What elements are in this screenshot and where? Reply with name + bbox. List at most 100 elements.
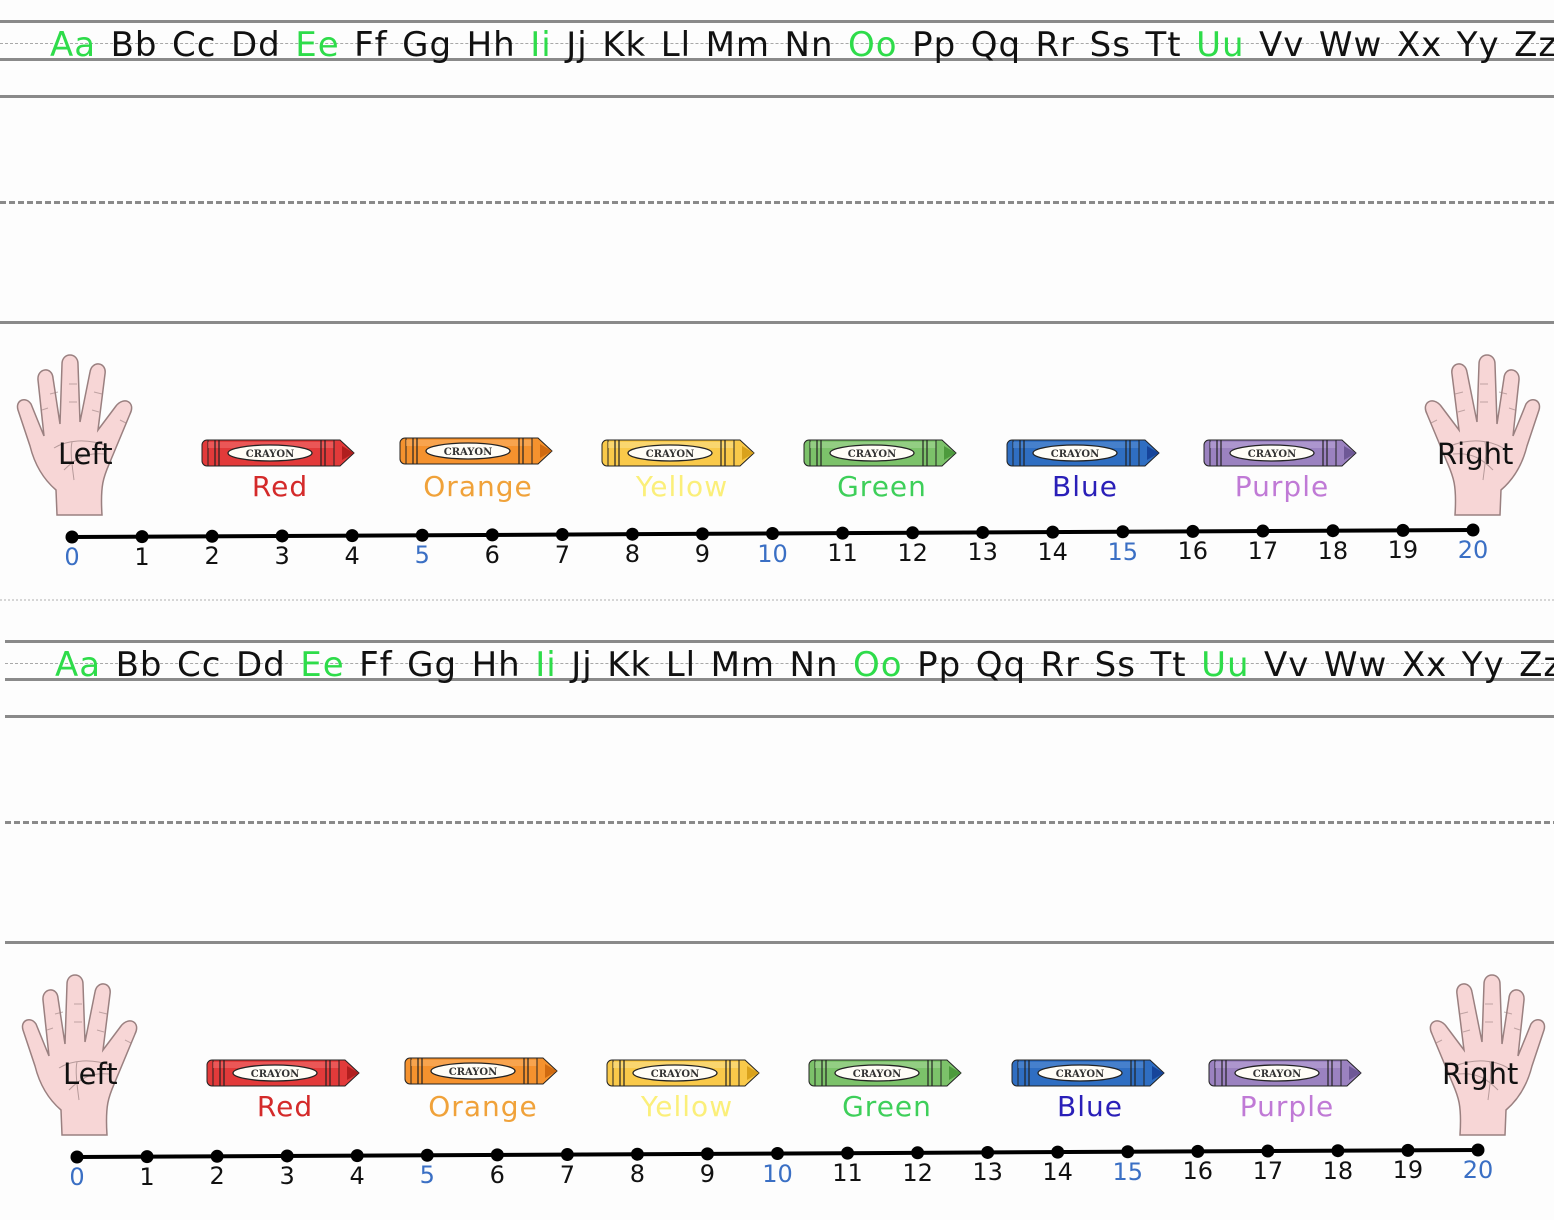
alphabet-letter-t: Tt (1145, 25, 1182, 65)
writing-midline-dashed (0, 201, 1554, 204)
number-line-tick-15 (1121, 1145, 1135, 1159)
alphabet-letter-w: Ww (1318, 25, 1383, 65)
number-label-20: 20 (1462, 1156, 1494, 1184)
number-line-tick-14 (1051, 1145, 1065, 1159)
svg-text:CRAYON: CRAYON (1253, 1069, 1302, 1080)
color-label-green: Green (842, 1090, 932, 1123)
number-line-tick-12 (906, 526, 920, 540)
number-line-tick-13 (981, 1145, 995, 1159)
number-line-tick-17 (1261, 1144, 1275, 1158)
number-line (70, 1143, 1485, 1164)
color-label-yellow: Yellow (640, 1090, 734, 1123)
alphabet-letter-n: Nn (784, 25, 834, 65)
svg-text:CRAYON: CRAYON (449, 1067, 498, 1078)
number-line-tick-2 (210, 1149, 224, 1163)
svg-text:CRAYON: CRAYON (1056, 1069, 1105, 1080)
number-label-12: 12 (902, 1158, 933, 1187)
right-hand-icon (1405, 350, 1545, 520)
left-hand-icon (12, 350, 152, 520)
number-line-tick-10 (766, 527, 779, 540)
alphabet-letter-h: Hh (466, 25, 516, 65)
number-line-tick-16 (1186, 524, 1200, 538)
number-label-5: 5 (414, 541, 430, 570)
number-label-3: 3 (274, 541, 290, 570)
number-label-13: 13 (972, 1158, 1003, 1187)
number-label-11: 11 (832, 1159, 863, 1188)
alphabet-letter-g: Gg (402, 25, 453, 65)
number-label-13: 13 (967, 538, 998, 567)
alphabet-letter-m: Mm (705, 25, 771, 65)
crayon-blue-icon: CRAYON (1005, 436, 1163, 470)
alphabet-letter-h: Hh (471, 645, 521, 685)
svg-text:CRAYON: CRAYON (651, 1069, 700, 1080)
right-hand-icon (1410, 970, 1550, 1140)
alphabet-letter-n: Nn (789, 645, 839, 685)
number-line-tick-6 (485, 528, 499, 542)
color-label-blue: Blue (1057, 1090, 1123, 1123)
alphabet-letter-j: Jj (571, 645, 593, 685)
number-line-tick-11 (836, 526, 850, 540)
crayon-orange-icon: CRAYON (403, 1054, 561, 1088)
number-label-18: 18 (1322, 1156, 1354, 1185)
alphabet-row: Aa Bb Cc Dd Ee Ff Gg Hh Ii Jj Kk Ll Mm Nn Oo Pp Qq Rr Ss Tt… (55, 643, 1554, 687)
color-label-purple: Purple (1234, 470, 1330, 503)
number-label-10: 10 (762, 1159, 793, 1188)
alphabet-letter-v: Vv (1259, 25, 1305, 65)
alphabet-letter-e: Ee (295, 25, 340, 65)
number-label-0: 0 (64, 543, 80, 571)
name-strip-bottom: Aa Bb Cc Dd Ee Ff Gg Hh Ii Jj Kk Ll Mm Nn Oo Pp Qq Rr Ss Tt… (5, 620, 1554, 1220)
number-label-5: 5 (419, 1161, 435, 1190)
alphabet-letter-s: Ss (1094, 645, 1136, 685)
number-line-tick-7 (560, 1148, 574, 1162)
svg-text:CRAYON: CRAYON (853, 1069, 902, 1080)
alphabet-letter-b: Bb (110, 25, 158, 65)
number-label-11: 11 (827, 539, 858, 568)
number-line-tick-7 (555, 528, 569, 542)
crayon-red-icon: CRAYON (205, 1056, 363, 1090)
alphabet-letter-d: Dd (235, 645, 286, 685)
number-label-1: 1 (139, 1162, 155, 1191)
color-label-purple: Purple (1239, 1090, 1335, 1123)
alphabet-letter-u: Uu (1201, 645, 1250, 685)
color-label-red: Red (256, 1090, 314, 1123)
number-line-tick-6 (490, 1148, 504, 1162)
number-line-tick-17 (1256, 524, 1270, 538)
number-line-tick-8 (625, 527, 639, 541)
alphabet-letter-v: Vv (1264, 645, 1310, 685)
svg-text:CRAYON: CRAYON (444, 447, 493, 458)
number-line-tick-1 (140, 1150, 154, 1164)
alphabet-letter-p: Pp (917, 645, 962, 685)
alphabet-letter-o: Oo (848, 25, 898, 65)
svg-text:CRAYON: CRAYON (1051, 449, 1100, 460)
alphabet-letter-s: Ss (1089, 25, 1131, 65)
number-line-tick-9 (700, 1147, 714, 1161)
number-label-14: 14 (1042, 1158, 1073, 1187)
alphabet-letter-r: Rr (1040, 645, 1081, 685)
svg-text:CRAYON: CRAYON (1248, 449, 1297, 460)
alphabet-letter-o: Oo (853, 645, 903, 685)
color-label-red: Red (251, 470, 309, 503)
cut-line-dotted (0, 599, 1554, 601)
number-line-tick-4 (350, 1149, 364, 1163)
left-hand-label: Left (58, 437, 113, 471)
crayon-green-icon: CRAYON (802, 436, 960, 470)
alphabet-letter-l: Ll (665, 645, 697, 685)
right-hand-label: Right (1442, 1057, 1519, 1091)
number-line-tick-19 (1401, 1143, 1415, 1157)
number-line-tick-19 (1396, 523, 1410, 537)
crayon-green-icon: CRAYON (807, 1056, 965, 1090)
crayon-blue-icon: CRAYON (1010, 1056, 1168, 1090)
rule-line-descender (5, 715, 1554, 718)
number-line-tick-5 (415, 528, 429, 542)
number-line-tick-15 (1116, 525, 1130, 539)
crayon-orange-icon: CRAYON (398, 434, 556, 468)
number-label-17: 17 (1252, 1157, 1284, 1186)
left-hand-icon (17, 970, 157, 1140)
number-label-9: 9 (694, 539, 711, 568)
number-line-tick-13 (976, 525, 990, 539)
alphabet-letter-j: Jj (566, 25, 588, 65)
number-label-8: 8 (629, 1160, 646, 1189)
svg-text:CRAYON: CRAYON (646, 449, 695, 460)
alphabet-letter-w: Ww (1323, 645, 1388, 685)
crayon-yellow-icon: CRAYON (605, 1056, 763, 1090)
